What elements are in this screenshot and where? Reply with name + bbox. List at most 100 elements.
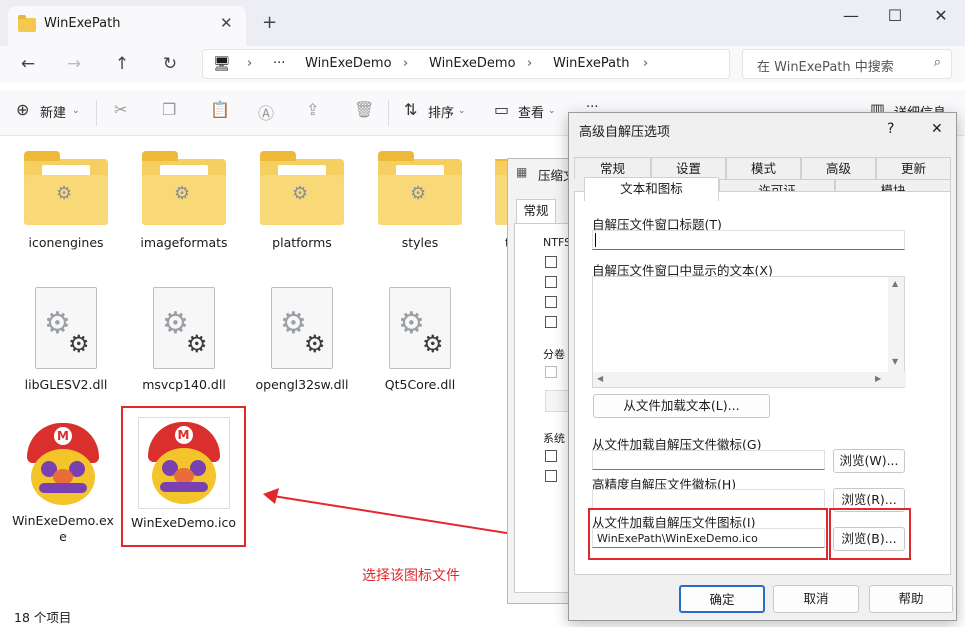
cut-icon[interactable]: ✂ [114,100,127,119]
scroll-left-icon[interactable]: ◀ [597,374,603,383]
file-item[interactable]: ⚙ ⚙ Qt5Core.dll [365,287,475,392]
tab-general[interactable]: 常规 [516,199,556,223]
checkbox[interactable] [545,366,557,378]
file-name: platforms [272,235,332,250]
file-item[interactable]: ⚙ ⚙ libGLESV2.dll [11,287,121,392]
file-item[interactable]: ⚙ iconengines [11,151,121,250]
computer-icon: 🖥 [213,56,231,72]
close-dialog-icon[interactable]: ✕ [931,121,943,137]
tab-advanced[interactable]: 高级 [801,157,876,179]
system-label: 系统 [543,432,565,445]
plus-icon: ⊕ [16,100,30,119]
vertical-scrollbar[interactable]: ▲ ▼ [888,277,904,372]
breadcrumb-separator: › [247,56,253,71]
search-box[interactable]: 在 WinExePath 中搜索 ⌕ [742,49,952,79]
minimize-button[interactable]: — [836,6,866,25]
window-title-input[interactable] [592,230,905,250]
file-item[interactable]: ⚙ imageformats [129,151,239,250]
new-tab-button[interactable]: + [262,12,277,33]
file-item[interactable]: ⚙ platforms [247,151,357,250]
browse-logo-button[interactable]: 浏览(W)... [833,449,905,473]
view-icon: ▭ [494,100,510,119]
checkbox[interactable] [545,256,557,268]
up-button[interactable]: ↑ [110,54,134,74]
search-icon: ⌕ [933,55,941,70]
cancel-button[interactable]: 取消 [773,585,859,613]
file-item[interactable]: ⚙ styles [365,151,475,250]
divider [388,100,389,126]
mario-icon: M [142,422,226,506]
new-button[interactable]: 新建 [40,102,66,121]
horizontal-scrollbar[interactable]: ◀ ▶ [593,372,906,387]
breadcrumb-item[interactable]: WinExeDemo [305,56,392,71]
file-item[interactable]: M WinExeDemo.exe [11,423,115,545]
logo-path-input[interactable] [592,450,825,470]
paste-icon[interactable]: 📋 [210,100,230,119]
dialog-title: 高级自解压选项 [579,125,671,140]
rename-icon[interactable]: Ⓐ [258,100,274,124]
ico-preview: M [137,417,230,509]
dll-file-icon: ⚙ ⚙ [271,287,333,369]
copy-icon[interactable]: ❐ [162,100,176,119]
ntfs-label: NTFS [543,236,572,249]
close-window-button[interactable]: ✕ [926,6,956,25]
tab-title: WinExePath [44,16,121,31]
refresh-button[interactable]: ↻ [158,54,182,74]
breadcrumb-separator: › [403,56,409,71]
chevron-down-icon: ⌄ [458,106,466,116]
tab-general[interactable]: 常规 [574,157,651,179]
volume-label: 分卷 [543,348,565,361]
breadcrumb-item[interactable]: WinExePath [553,56,629,71]
address-bar[interactable]: 🖥 › ··· WinExeDemo › WinExeDemo › WinExe… [202,49,730,79]
load-text-button[interactable]: 从文件加载文本(L)... [593,394,770,418]
breadcrumb-more[interactable]: ··· [273,56,285,71]
browse-icon-button[interactable]: 浏览(B)... [833,527,905,551]
folder-icon: ⚙ [142,151,226,225]
chevron-down-icon: ⌄ [72,106,80,116]
file-item-selected[interactable]: M WinExeDemo.ico [121,406,246,547]
ok-button[interactable]: 确定 [679,585,765,613]
scroll-right-icon[interactable]: ▶ [875,374,881,383]
file-name: WinExeDemo.ico [131,515,236,530]
file-name: Qt5Core.dll [384,377,456,392]
file-item[interactable]: ⚙ ⚙ msvcp140.dll [129,287,239,392]
tab-update[interactable]: 更新 [876,157,951,179]
back-button[interactable]: ← [16,54,40,74]
checkbox[interactable] [545,276,557,288]
sort-button[interactable]: 排序 [428,102,454,121]
tab-bar: WinExePath ✕ + — ☐ ✕ [0,0,965,46]
hires-logo-input[interactable] [592,489,825,509]
file-item[interactable]: ⚙ ⚙ opengl32sw.dll [247,287,357,392]
scroll-up-icon[interactable]: ▲ [892,279,898,288]
help-button[interactable]: 帮助 [869,585,953,613]
forward-button[interactable]: → [62,54,86,74]
checkbox[interactable] [545,296,557,308]
maximize-button[interactable]: ☐ [880,6,910,25]
file-name: opengl32sw.dll [255,377,349,392]
checkbox[interactable] [545,316,557,328]
search-placeholder: 在 WinExePath 中搜索 [757,60,894,75]
tab-text-and-icon[interactable]: 文本和图标 [584,177,719,201]
breadcrumb-item[interactable]: WinExeDemo [429,56,516,71]
tab-mode[interactable]: 模式 [726,157,801,179]
dll-file-icon: ⚙ ⚙ [153,287,215,369]
close-tab-icon[interactable]: ✕ [220,14,233,32]
checkbox[interactable] [545,450,557,462]
chevron-down-icon: ⌄ [548,106,556,116]
checkbox[interactable] [545,470,557,482]
tab-winexepath[interactable]: WinExePath ✕ [8,6,246,46]
icon-path-input[interactable]: WinExePath\WinExeDemo.ico [592,528,825,548]
help-icon[interactable]: ? [887,121,894,137]
folder-icon: ⚙ [24,151,108,225]
share-icon[interactable]: ⇪ [306,100,319,119]
file-name: iconengines [28,235,104,250]
tab-settings[interactable]: 设置 [651,157,726,179]
scroll-down-icon[interactable]: ▼ [892,357,898,366]
breadcrumb-separator: › [643,56,649,71]
mario-app-icon: M [21,423,105,507]
delete-icon[interactable]: 🗑 [354,100,374,119]
status-item-count: 18 个项目 [14,610,72,625]
folder-icon [18,15,36,32]
view-button[interactable]: 查看 [518,102,544,121]
display-text-area[interactable]: ▲ ▼ ◀ ▶ [592,276,906,388]
